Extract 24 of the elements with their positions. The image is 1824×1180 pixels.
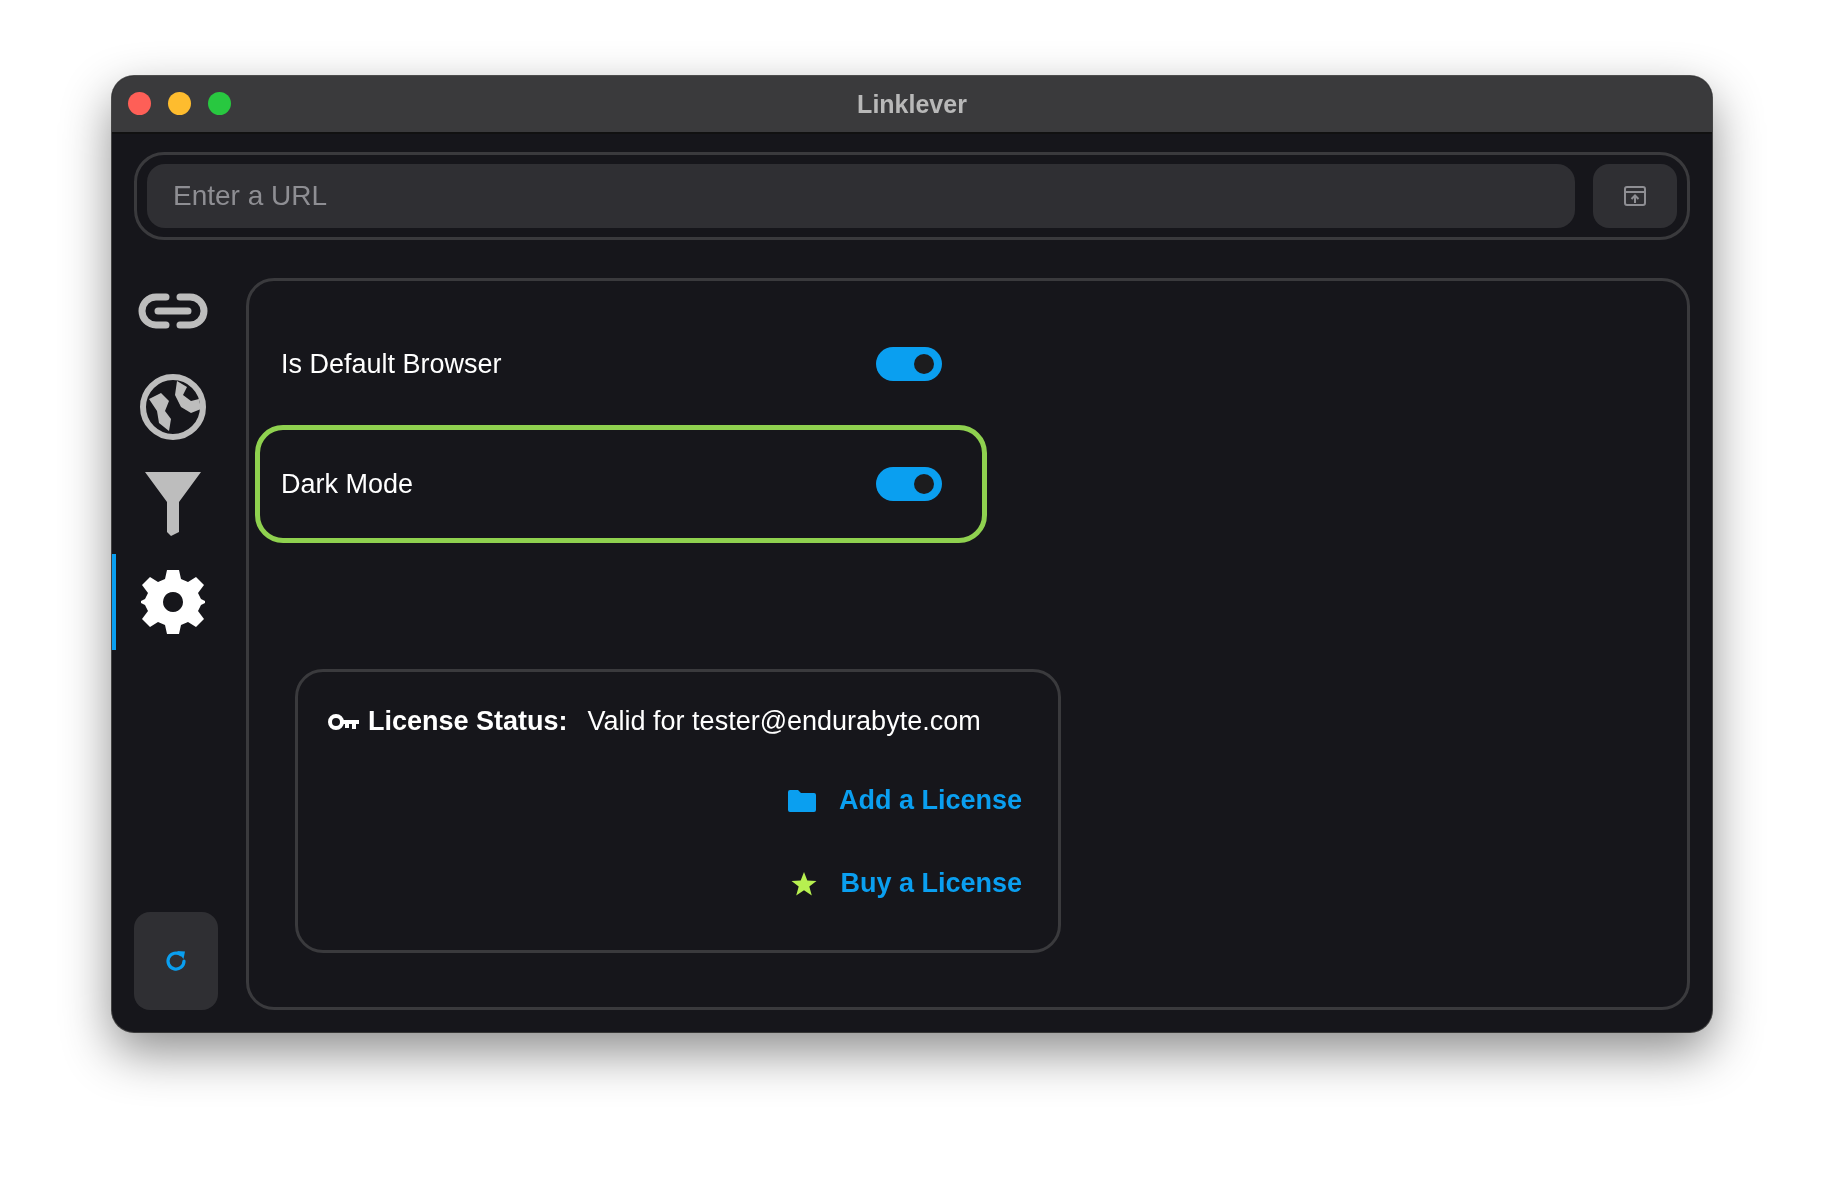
license-status-value: Valid for tester@endurabyte.com	[587, 706, 981, 737]
license-status-label: License Status:	[368, 706, 568, 737]
minimize-button[interactable]	[168, 92, 191, 115]
folder-icon	[786, 788, 817, 813]
setting-label: Dark Mode	[281, 468, 414, 500]
license-link[interactable]: Buy a License	[840, 868, 1022, 899]
toggle-switch[interactable]	[876, 467, 942, 501]
refresh-icon	[163, 948, 189, 974]
zoom-button[interactable]	[208, 92, 231, 115]
refresh-button[interactable]	[134, 912, 218, 1010]
open-button[interactable]	[1593, 164, 1677, 228]
license-link[interactable]: Add a License	[838, 785, 1022, 816]
setting-label: Is Default Browser	[281, 348, 502, 380]
close-button[interactable]	[128, 92, 151, 115]
star-icon	[790, 870, 819, 897]
window-title: Linklever	[857, 89, 967, 119]
settings-icon	[139, 568, 207, 636]
open-in-window-icon	[1623, 185, 1647, 207]
key-icon	[328, 712, 360, 731]
globe-icon	[139, 373, 207, 441]
filter-icon	[143, 470, 203, 536]
url-field[interactable]: Enter a URL	[147, 164, 1575, 228]
toggle-switch[interactable]	[876, 347, 942, 381]
link-icon	[138, 291, 208, 331]
